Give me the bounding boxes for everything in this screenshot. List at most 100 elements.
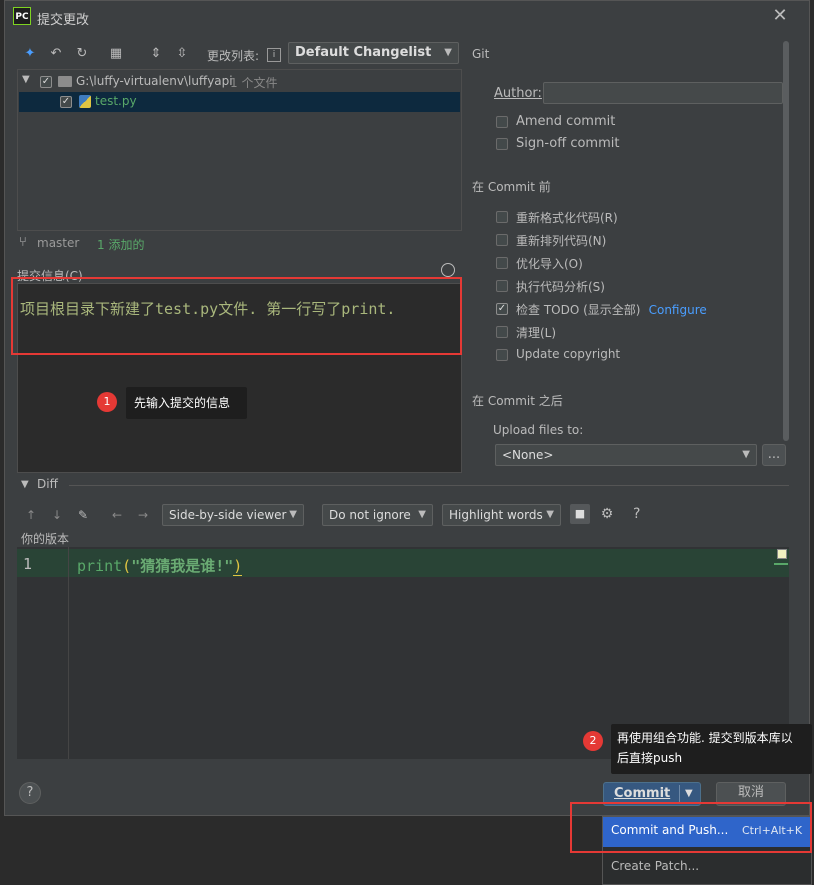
code-open-paren: ( [122,557,132,575]
branch-name[interactable]: master [37,236,79,250]
lock-icon[interactable]: ■ [570,504,590,524]
code-line: print("猜猜我是谁!") [77,555,243,576]
highlight-value: Highlight words [449,508,543,522]
signoff-commit-label: Sign-off commit [516,136,620,151]
changelist-label: 更改列表: [207,49,260,63]
title-bar: PC 提交更改 ✕ [5,1,809,33]
highlight-select[interactable]: Highlight words ▼ [442,504,561,526]
branch-icon: ⑂ [19,235,27,250]
rearrange-checkbox[interactable] [496,234,508,246]
changelist-select[interactable]: Default Changelist ▼ [288,42,459,64]
reformat-checkbox[interactable] [496,211,508,223]
change-marker-icon [777,549,787,559]
viewer-value: Side-by-side viewer [169,508,287,522]
browse-button[interactable]: ... [762,444,786,466]
changelist-value: Default Changelist [295,45,432,60]
optimize-imports-label: 优化导入(O) [516,257,583,271]
tree-row-file[interactable]: ✓ test.py [19,92,460,112]
folder-icon [58,76,72,87]
forward-icon[interactable]: → [135,507,151,523]
chevron-down-icon[interactable]: ▼ [685,784,693,804]
annotation-tooltip-2: 再使用组合功能. 提交到版本库以 后直接push [611,724,812,774]
check-todo-row: 检查 TODO (显示全部) Configure [516,301,707,318]
branch-status: 1 添加的 [97,238,145,252]
git-section-header: Git [472,47,490,61]
diff-collapse-icon[interactable]: ▼ [21,479,29,490]
gear-icon[interactable]: ⚙ [598,504,616,524]
annotation-2-line-1: 再使用组合功能. 提交到版本库以 [617,731,793,745]
chevron-down-icon: ▼ [418,509,426,520]
amend-commit-label: Amend commit [516,114,616,129]
analyze-code-label: 执行代码分析(S) [516,280,605,294]
python-file-icon [79,95,91,108]
collapse-all-icon[interactable]: ⇳ [173,45,191,63]
expand-all-icon[interactable]: ⇕ [147,45,165,63]
changes-tree: ▼ ✓ G:\luffy-virtualenv\luffyapi 1 个文件 ✓… [17,69,462,231]
change-stripe [774,563,788,565]
file-checkbox[interactable]: ✓ [60,96,72,108]
reformat-label: 重新格式化代码(R) [516,211,618,225]
right-panel-scrollbar[interactable] [783,41,789,441]
menu-item-create-patch[interactable]: Create Patch... [603,853,811,883]
show-diff-icon[interactable]: ✦ [21,45,39,63]
upload-select[interactable]: <None> ▼ [495,444,757,466]
commit-button-label: Commit [614,786,671,801]
annotation-badge-2: 2 [583,731,603,751]
annotation-box-message [11,277,462,355]
cleanup-label: 清理(L) [516,326,557,340]
file-name: test.py [95,94,137,108]
upload-label: Upload files to: [493,423,584,437]
root-checkbox[interactable]: ✓ [40,76,52,88]
commit-split-divider [679,785,680,803]
pycharm-logo-icon: PC [13,7,31,25]
cleanup-checkbox[interactable] [496,326,508,338]
annotation-tooltip-1: 先输入提交的信息 [126,387,247,419]
before-commit-header: 在 Commit 前 [472,180,551,194]
annotation-box-commit-push [570,802,812,853]
edit-icon[interactable]: ✎ [75,507,91,523]
next-diff-icon[interactable]: ↓ [49,507,65,523]
diff-divider [69,485,789,486]
check-todo-label: 检查 TODO (显示全部) [516,303,641,317]
update-copyright-label: Update copyright [516,347,621,361]
chevron-down-icon: ▼ [289,509,297,520]
group-by-icon[interactable]: ▦ [107,45,125,63]
viewer-select[interactable]: Side-by-side viewer ▼ [162,504,304,526]
tree-row-root[interactable]: ▼ ✓ G:\luffy-virtualenv\luffyapi 1 个文件 [18,72,461,92]
prev-diff-icon[interactable]: ↑ [23,507,39,523]
chevron-down-icon: ▼ [742,449,750,460]
code-string: "猜猜我是谁!" [131,557,234,575]
optimize-imports-checkbox[interactable] [496,257,508,269]
ignore-value: Do not ignore [329,508,411,522]
root-count: 1 个文件 [230,76,278,90]
code-close-paren: ) [233,557,243,576]
analyze-code-checkbox[interactable] [496,280,508,292]
line-number: 1 [23,555,33,573]
author-field[interactable] [543,82,783,104]
rearrange-label: 重新排列代码(N) [516,234,607,248]
signoff-commit-checkbox[interactable] [496,138,508,150]
line-gutter [17,547,69,759]
dialog-title: 提交更改 [37,13,90,28]
root-path: G:\luffy-virtualenv\luffyapi [76,74,233,88]
upload-value: <None> [502,448,554,462]
code-func: print [77,557,123,575]
diff-help-icon[interactable]: ? [633,506,640,522]
refresh-icon[interactable]: ↻ [73,45,91,63]
back-icon[interactable]: ← [109,507,125,523]
rollback-icon[interactable]: ↶ [47,45,65,63]
amend-commit-checkbox[interactable] [496,116,508,128]
update-copyright-checkbox[interactable] [496,349,508,361]
help-button[interactable]: ? [19,782,41,804]
check-todo-checkbox[interactable]: ✓ [496,303,508,315]
diff-header[interactable]: Diff [37,477,58,491]
configure-link[interactable]: Configure [649,303,707,317]
chevron-down-icon: ▼ [444,47,452,58]
changelist-info-icon: i [267,48,281,62]
expand-arrow-icon[interactable]: ▼ [22,74,30,85]
close-icon[interactable]: ✕ [769,5,791,27]
ignore-select[interactable]: Do not ignore ▼ [322,504,433,526]
history-icon[interactable] [441,263,455,277]
author-label: Author: [494,86,542,101]
chevron-down-icon: ▼ [546,509,554,520]
